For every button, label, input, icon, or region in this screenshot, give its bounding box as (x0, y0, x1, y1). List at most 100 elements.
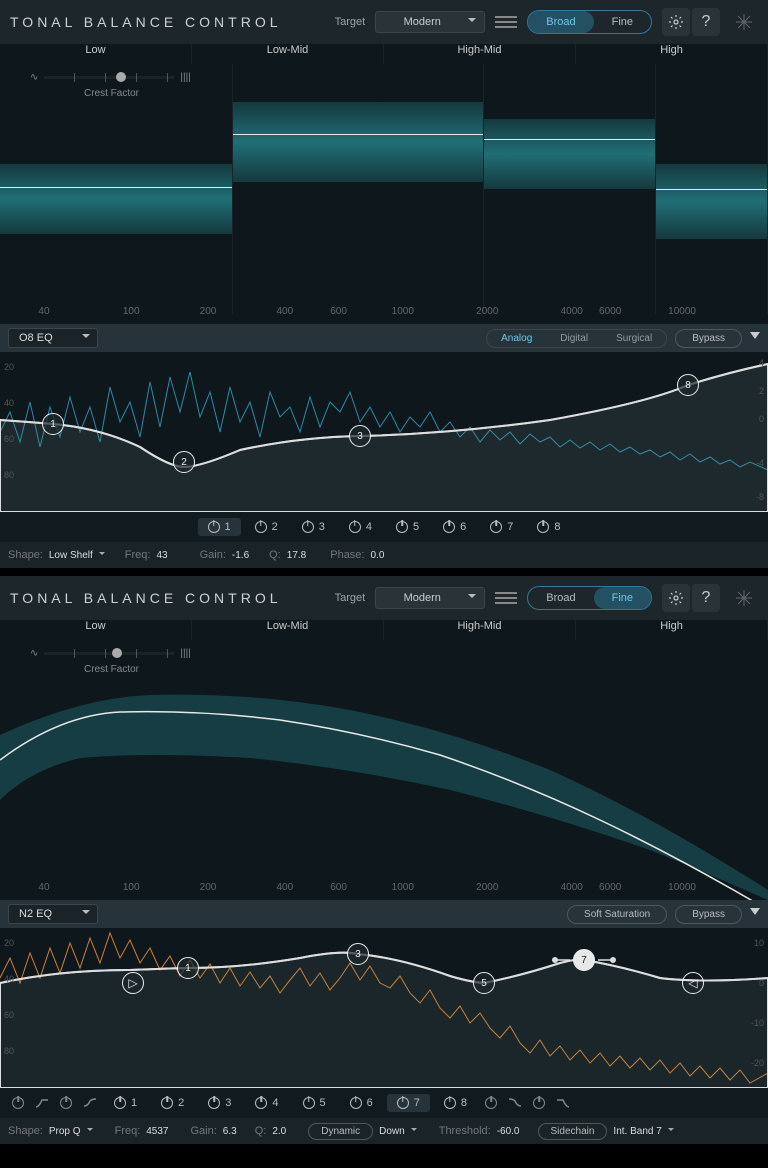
freq-value[interactable]: 43 (156, 550, 167, 561)
band-tab-6[interactable]: 6 (433, 518, 476, 536)
shape-ls-icon[interactable] (56, 1093, 76, 1113)
target-menu-icon[interactable] (495, 587, 517, 609)
band-tab-3[interactable]: 3 (292, 518, 335, 536)
gain-value[interactable]: -1.6 (232, 550, 249, 561)
collapse-icon[interactable] (750, 908, 760, 920)
mode-digital[interactable]: Digital (546, 330, 602, 347)
band-label-high: High (576, 44, 768, 64)
phase-value[interactable]: 0.0 (370, 550, 384, 561)
power-icon (255, 521, 267, 533)
power-icon (161, 1097, 173, 1109)
shape-lp-icon[interactable] (529, 1093, 549, 1113)
eq-header-bar: O8 EQ Analog Digital Surgical Bypass (0, 324, 768, 352)
view-fine-button[interactable]: Fine (594, 587, 651, 609)
tonal-balance-broad-view: Low Low-Mid High-Mid High ∿ |||| Crest F… (0, 44, 768, 324)
power-icon (114, 1097, 126, 1109)
band-tab-2[interactable]: 2 (245, 518, 288, 536)
eq-graph[interactable]: 20 40 60 80 10 0 -10 -20 ▷ 1 3 5 7 ◁ (0, 928, 768, 1088)
eq-handle-left[interactable]: ▷ (122, 972, 144, 994)
threshold-value[interactable]: -60.0 (497, 1126, 520, 1137)
shape-ls-curve-icon[interactable] (80, 1093, 100, 1113)
band-tab-3[interactable]: 3 (198, 1094, 241, 1112)
help-icon[interactable]: ? (692, 8, 720, 36)
eq-node-8[interactable]: 8 (677, 374, 699, 396)
direction-dropdown[interactable]: Down (379, 1126, 417, 1137)
shape-hp-icon[interactable] (8, 1093, 28, 1113)
target-dropdown[interactable]: Modern (375, 11, 485, 33)
freq-value[interactable]: 4537 (146, 1126, 168, 1137)
band-tab-8[interactable]: 8 (527, 518, 570, 536)
band-tab-5[interactable]: 5 (386, 518, 429, 536)
dynamic-button[interactable]: Dynamic (308, 1123, 373, 1140)
power-icon (443, 521, 455, 533)
band-tab-7[interactable]: 7 (480, 518, 523, 536)
eq-node-3[interactable]: 3 (347, 943, 369, 965)
collapse-icon[interactable] (750, 332, 760, 344)
bypass-button[interactable]: Bypass (675, 329, 742, 348)
band-tab-5[interactable]: 5 (293, 1094, 336, 1112)
band-tab-7[interactable]: 7 (387, 1094, 430, 1112)
shape-hp-curve-icon[interactable] (32, 1093, 52, 1113)
shape-lp-curve-icon[interactable] (553, 1093, 573, 1113)
band-label-lowmid: Low-Mid (192, 44, 384, 64)
target-label: Target (335, 16, 366, 28)
shape-hs-curve-icon[interactable] (505, 1093, 525, 1113)
eq-node-5[interactable]: 5 (473, 972, 495, 994)
power-icon (350, 1097, 362, 1109)
band-tab-6[interactable]: 6 (340, 1094, 383, 1112)
band-tab-2[interactable]: 2 (151, 1094, 194, 1112)
target-label: Target (335, 592, 366, 604)
eq-graph[interactable]: 20 40 60 80 4 2 0 -4 -8 1 2 3 8 (0, 352, 768, 512)
power-icon (302, 521, 314, 533)
shape-hs-icon[interactable] (481, 1093, 501, 1113)
band-tab-1[interactable]: 1 (104, 1094, 147, 1112)
eq-node-1[interactable]: 1 (42, 413, 64, 435)
view-fine-button[interactable]: Fine (594, 11, 651, 33)
eq-instance-dropdown[interactable]: N2 EQ (8, 904, 98, 924)
eq-node-3[interactable]: 3 (349, 425, 371, 447)
band-params: Shape: Low Shelf Freq: 43 Gain: -1.6 Q: … (0, 542, 768, 568)
power-icon (396, 521, 408, 533)
eq-node-2[interactable]: 2 (173, 451, 195, 473)
view-broad-button[interactable]: Broad (528, 11, 593, 33)
band-tab-4[interactable]: 4 (245, 1094, 288, 1112)
izotope-logo-icon (730, 8, 758, 36)
mode-analog[interactable]: Analog (487, 330, 546, 347)
settings-icon[interactable] (662, 8, 690, 36)
app-title: TONAL BALANCE CONTROL (10, 590, 282, 606)
power-icon (397, 1097, 409, 1109)
soft-saturation-button[interactable]: Soft Saturation (567, 905, 667, 924)
band-tab-4[interactable]: 4 (339, 518, 382, 536)
eq-node-7[interactable]: 7 (573, 949, 595, 971)
sidechain-band-dropdown[interactable]: Int. Band 7 (613, 1126, 673, 1137)
eq-instance-dropdown[interactable]: O8 EQ (8, 328, 98, 348)
freq-axis: 40 100 200 400 600 1000 2000 4000 6000 1… (0, 306, 768, 320)
sidechain-button[interactable]: Sidechain (538, 1123, 608, 1140)
power-icon (208, 521, 220, 533)
mode-surgical[interactable]: Surgical (602, 330, 666, 347)
shape-dropdown[interactable]: Low Shelf (49, 550, 105, 561)
view-broad-button[interactable]: Broad (528, 587, 593, 609)
help-icon[interactable]: ? (692, 584, 720, 612)
q-value[interactable]: 2.0 (272, 1126, 286, 1137)
q-value[interactable]: 17.8 (287, 550, 306, 561)
eq-node-1[interactable]: 1 (177, 957, 199, 979)
target-menu-icon[interactable] (495, 11, 517, 33)
panel-fine: TONAL BALANCE CONTROL Target Modern Broa… (0, 576, 768, 1144)
freq-axis: 40 100 200 400 600 1000 2000 4000 6000 1… (0, 882, 768, 896)
target-dropdown[interactable]: Modern (375, 587, 485, 609)
band-selector: 1 2 3 4 5 6 7 8 (0, 1088, 768, 1118)
gain-value[interactable]: 6.3 (223, 1126, 237, 1137)
shape-dropdown[interactable]: Prop Q (49, 1126, 93, 1137)
tonal-balance-fine-view: Low Low-Mid High-Mid High ∿ |||| Crest F… (0, 620, 768, 900)
power-icon (490, 521, 502, 533)
power-icon (303, 1097, 315, 1109)
eq-handle-right[interactable]: ◁ (682, 972, 704, 994)
band-tab-8[interactable]: 8 (434, 1094, 477, 1112)
settings-icon[interactable] (662, 584, 690, 612)
bypass-button[interactable]: Bypass (675, 905, 742, 924)
power-icon (537, 521, 549, 533)
eq-header-bar: N2 EQ Soft Saturation Bypass (0, 900, 768, 928)
band-tab-1[interactable]: 1 (198, 518, 241, 536)
header: TONAL BALANCE CONTROL Target Modern Broa… (0, 0, 768, 44)
